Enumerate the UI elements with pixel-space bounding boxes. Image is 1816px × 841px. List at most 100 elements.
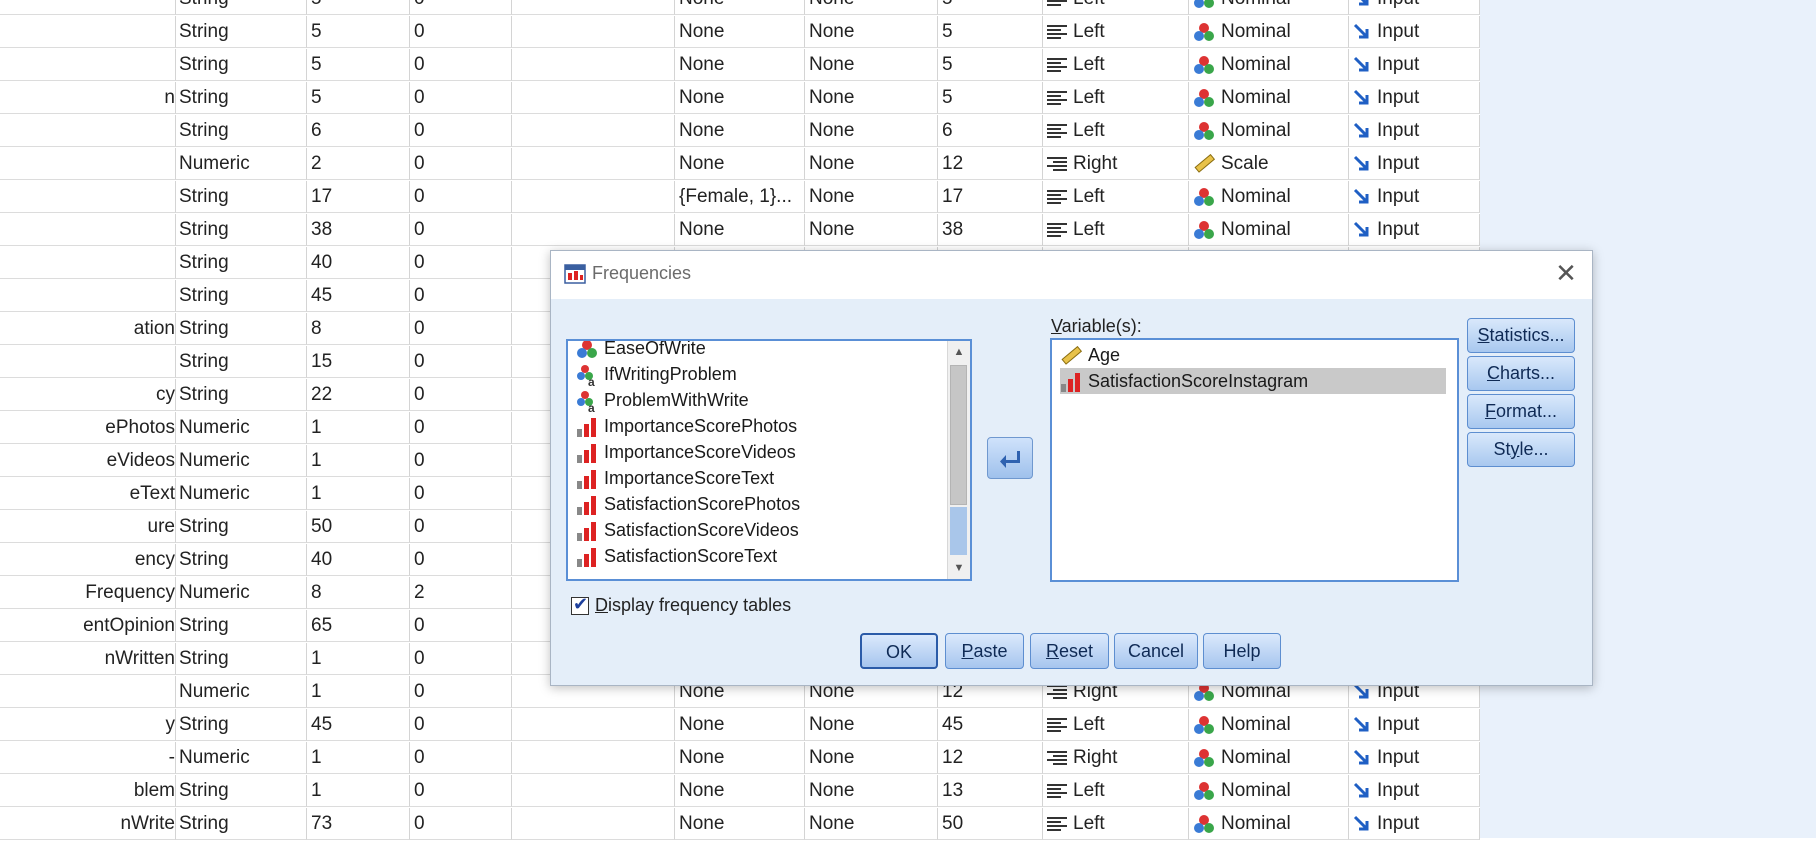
width-cell[interactable]: 1 [307, 775, 410, 807]
width-cell[interactable]: 45 [307, 280, 410, 312]
decimals-cell[interactable]: 0 [410, 148, 512, 180]
columns-cell[interactable]: 12 [938, 148, 1043, 180]
align-cell[interactable]: Right [1043, 148, 1189, 180]
variable-name-cell[interactable]: blem [0, 775, 176, 807]
missing-cell[interactable]: None [805, 115, 938, 147]
decimals-cell[interactable]: 0 [410, 643, 512, 675]
values-cell[interactable]: None [675, 775, 805, 807]
width-cell[interactable]: 6 [307, 115, 410, 147]
variable-name-cell[interactable] [0, 214, 176, 246]
source-list-item[interactable]: SatisfactionScorePhotos [576, 491, 800, 517]
measure-cell[interactable]: Nominal [1189, 115, 1349, 147]
role-cell[interactable]: Input [1349, 0, 1480, 15]
paste-button[interactable]: Paste [945, 633, 1024, 669]
decimals-cell[interactable]: 0 [410, 280, 512, 312]
type-cell[interactable]: Numeric [176, 445, 307, 477]
type-cell[interactable]: String [176, 82, 307, 114]
align-cell[interactable]: Left [1043, 808, 1189, 840]
source-list-item[interactable]: SatisfactionScoreText [576, 543, 777, 569]
columns-cell[interactable]: 38 [938, 214, 1043, 246]
type-cell[interactable]: Numeric [176, 577, 307, 609]
width-cell[interactable]: 5 [307, 0, 410, 15]
variable-name-cell[interactable] [0, 148, 176, 180]
decimals-cell[interactable]: 0 [410, 115, 512, 147]
variable-name-cell[interactable]: y [0, 709, 176, 741]
decimals-cell[interactable]: 0 [410, 610, 512, 642]
decimals-cell[interactable]: 0 [410, 709, 512, 741]
type-cell[interactable]: String [176, 16, 307, 48]
label-cell[interactable] [512, 82, 675, 114]
type-cell[interactable]: String [176, 379, 307, 411]
decimals-cell[interactable]: 0 [410, 82, 512, 114]
measure-cell[interactable]: Nominal [1189, 181, 1349, 213]
type-cell[interactable]: Numeric [176, 148, 307, 180]
role-cell[interactable]: Input [1349, 49, 1480, 81]
source-list-item[interactable]: a ProblemWithWrite [576, 387, 749, 413]
help-button[interactable]: Help [1203, 633, 1281, 669]
values-cell[interactable]: None [675, 709, 805, 741]
decimals-cell[interactable]: 0 [410, 412, 512, 444]
label-cell[interactable] [512, 16, 675, 48]
values-cell[interactable]: None [675, 0, 805, 15]
columns-cell[interactable]: 12 [938, 742, 1043, 774]
role-cell[interactable]: Input [1349, 82, 1480, 114]
type-cell[interactable]: String [176, 643, 307, 675]
width-cell[interactable]: 8 [307, 577, 410, 609]
measure-cell[interactable]: Nominal [1189, 742, 1349, 774]
display-frequency-tables-checkbox[interactable]: Display frequency tables [571, 594, 791, 616]
decimals-cell[interactable]: 0 [410, 511, 512, 543]
source-list-item[interactable]: SatisfactionScoreVideos [576, 517, 799, 543]
width-cell[interactable]: 8 [307, 313, 410, 345]
type-cell[interactable]: String [176, 808, 307, 840]
decimals-cell[interactable]: 0 [410, 346, 512, 378]
decimals-cell[interactable]: 0 [410, 181, 512, 213]
source-variable-list[interactable]: EaseOfWrite a IfWritingProblem a ProblemWith… [566, 339, 972, 581]
width-cell[interactable]: 5 [307, 16, 410, 48]
reset-button[interactable]: Reset [1030, 633, 1109, 669]
measure-cell[interactable]: Nominal [1189, 775, 1349, 807]
source-list-item[interactable]: ImportanceScoreVideos [576, 439, 796, 465]
decimals-cell[interactable]: 0 [410, 247, 512, 279]
align-cell[interactable]: Left [1043, 16, 1189, 48]
align-cell[interactable]: Right [1043, 742, 1189, 774]
role-cell[interactable]: Input [1349, 742, 1480, 774]
checkbox-icon[interactable] [571, 594, 589, 616]
type-cell[interactable]: String [176, 709, 307, 741]
label-cell[interactable] [512, 742, 675, 774]
decimals-cell[interactable]: 0 [410, 379, 512, 411]
variable-name-cell[interactable]: eVideos [0, 445, 176, 477]
role-cell[interactable]: Input [1349, 709, 1480, 741]
width-cell[interactable]: 15 [307, 346, 410, 378]
missing-cell[interactable]: None [805, 82, 938, 114]
columns-cell[interactable]: 17 [938, 181, 1043, 213]
values-cell[interactable]: None [675, 148, 805, 180]
decimals-cell[interactable]: 0 [410, 478, 512, 510]
decimals-cell[interactable]: 0 [410, 313, 512, 345]
width-cell[interactable]: 1 [307, 676, 410, 708]
width-cell[interactable]: 17 [307, 181, 410, 213]
label-cell[interactable] [512, 181, 675, 213]
target-list-item[interactable]: Age [1060, 342, 1120, 368]
role-cell[interactable]: Input [1349, 148, 1480, 180]
variable-name-cell[interactable]: Frequency [0, 577, 176, 609]
values-cell[interactable]: None [675, 742, 805, 774]
width-cell[interactable]: 1 [307, 412, 410, 444]
source-list-scrollbar[interactable]: ▲ ▼ [947, 341, 970, 579]
variable-name-cell[interactable]: nWritten [0, 643, 176, 675]
type-cell[interactable]: String [176, 610, 307, 642]
scroll-up-icon[interactable]: ▲ [950, 343, 968, 361]
decimals-cell[interactable]: 0 [410, 214, 512, 246]
measure-cell[interactable]: Nominal [1189, 49, 1349, 81]
label-cell[interactable] [512, 148, 675, 180]
source-list-item[interactable]: ImportanceScorePhotos [576, 413, 797, 439]
width-cell[interactable]: 50 [307, 511, 410, 543]
align-cell[interactable]: Left [1043, 82, 1189, 114]
values-cell[interactable]: None [675, 808, 805, 840]
align-cell[interactable]: Left [1043, 775, 1189, 807]
scrollbar-thumb[interactable] [950, 365, 967, 505]
type-cell[interactable]: String [176, 115, 307, 147]
label-cell[interactable] [512, 775, 675, 807]
type-cell[interactable]: Numeric [176, 676, 307, 708]
values-cell[interactable]: None [675, 82, 805, 114]
measure-cell[interactable]: Nominal [1189, 214, 1349, 246]
